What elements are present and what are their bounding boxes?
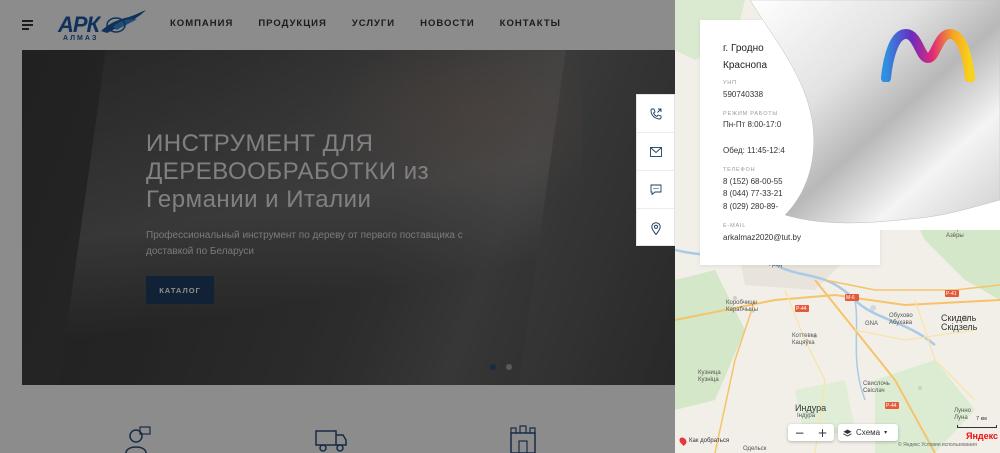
map-label-kuznitsa-by: Кузніца: [698, 377, 719, 383]
map-label-kotenya-by: Кацяўка: [792, 340, 815, 346]
tab-location[interactable]: [637, 209, 674, 247]
map-scale-bar: [957, 425, 997, 428]
tab-chat[interactable]: [637, 171, 674, 209]
road-badge-r44: Р-44: [796, 306, 807, 312]
map-label-lunno-by: Луна: [954, 415, 968, 421]
map-label-kotenya: Коттевка: [792, 333, 817, 339]
map-label-odelsk: Одельск: [743, 446, 767, 452]
map-label-svisloch-by: Свіслач: [863, 388, 885, 394]
phone-call-icon: [650, 108, 661, 119]
envelope-icon: [649, 146, 662, 157]
chat-icon: [650, 184, 661, 195]
route-link[interactable]: Как добраться: [678, 436, 730, 446]
map-label-korobchitsy-by: Карабчыцы: [726, 307, 758, 313]
map-label-obuhovo: Обухово: [889, 313, 913, 319]
map-label-svisloch: Свислочь: [863, 381, 890, 387]
road-badge-r44b: Р-44: [886, 403, 897, 409]
map-label-ozery-by: Азёры: [946, 233, 964, 239]
tab-callback[interactable]: [637, 95, 674, 133]
chevron-down-icon: ▾: [884, 430, 888, 436]
map-label-lunno: Лунно: [954, 408, 971, 414]
layers-icon: [843, 429, 852, 437]
unp-label: УНП: [723, 80, 737, 86]
map-zoom-control: − +: [788, 424, 834, 441]
yandex-logo[interactable]: Яндекс: [966, 431, 998, 441]
map-label-skidel-by: Скідзель: [941, 322, 978, 332]
road-badge-m6: М-6: [846, 295, 855, 301]
zoom-in-button[interactable]: +: [811, 424, 834, 441]
modal-overlay[interactable]: [0, 0, 675, 453]
route-label: Как добраться: [689, 438, 730, 444]
email-label: E-MAIL: [723, 223, 747, 229]
location-pin-icon: [650, 221, 661, 235]
map-type-selector[interactable]: Схема ▾: [838, 424, 898, 441]
map-label-indura-by: Індура: [797, 413, 816, 419]
map-label-korobchitsy: Коробчицы: [726, 300, 757, 306]
map-label-indura: Индура: [795, 403, 827, 413]
map-label-gna: GNA: [865, 321, 879, 327]
email-value[interactable]: arkalmaz2020@tut.by: [723, 232, 801, 244]
map-type-label: Схема: [856, 428, 881, 437]
map-label-kuznitsa: Кузница: [698, 370, 721, 376]
zoom-out-button[interactable]: −: [788, 424, 811, 441]
map-terms-link[interactable]: © Яндекс Условия использования: [898, 442, 977, 448]
m-brand-logo: [881, 28, 975, 82]
map-scale-label: 7 км: [976, 416, 987, 422]
tab-email[interactable]: [637, 133, 674, 171]
map-label-obuhovo-by: Абухава: [889, 320, 913, 326]
road-badge-r41: Р-41: [946, 291, 957, 297]
route-pin-icon: [678, 436, 688, 446]
contact-side-tabs: [636, 94, 675, 246]
